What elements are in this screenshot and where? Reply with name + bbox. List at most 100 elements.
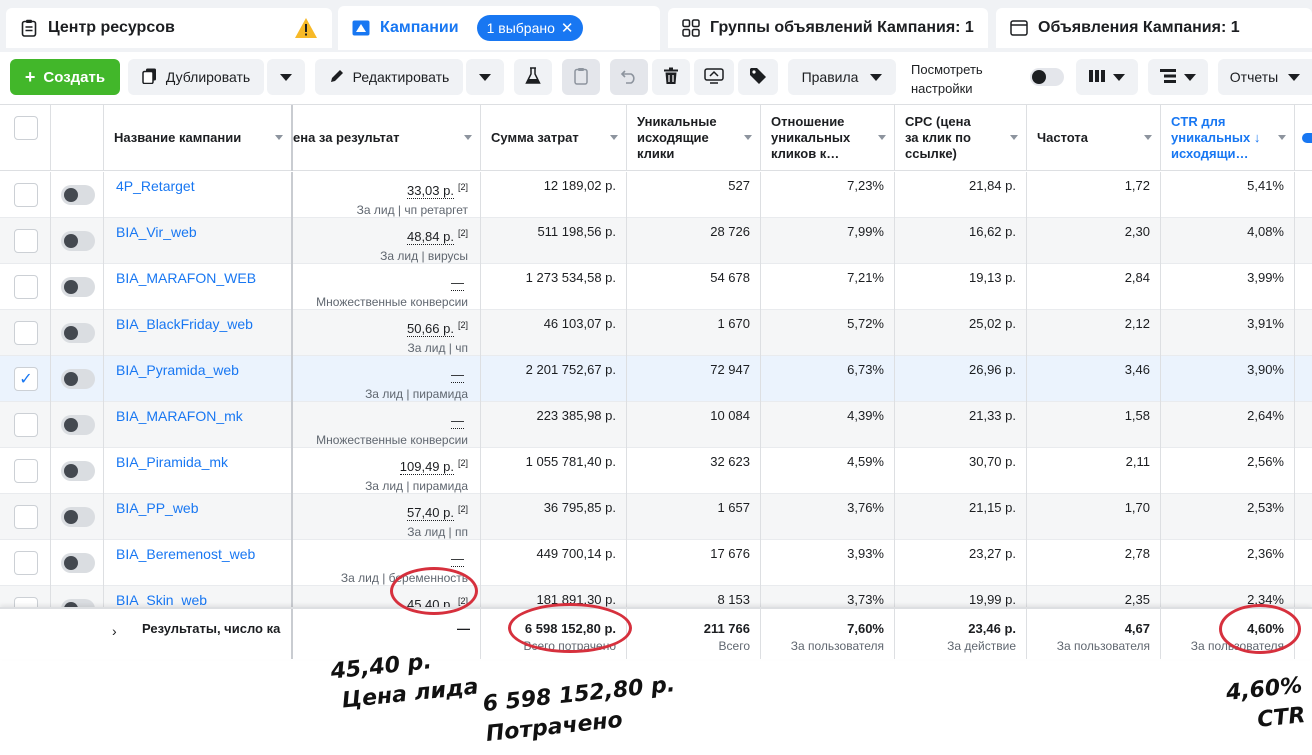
cell-campaign-name[interactable]: BIA_Vir_web	[104, 218, 293, 264]
close-icon[interactable]: ✕	[561, 19, 574, 37]
table-row[interactable]: BIA_Vir_web 48,84 р. [2] За лид | вирусы 511…	[0, 218, 1312, 264]
row-checkbox[interactable]	[14, 321, 38, 345]
header-cost-per-result[interactable]: ена за результат	[293, 105, 481, 171]
campaign-name-link[interactable]: BIA_PP_web	[116, 500, 199, 516]
totals-freq: 4,67 За пользователя	[1027, 609, 1161, 659]
cost-value[interactable]: 48,84 р.	[406, 229, 454, 246]
undo-button[interactable]	[610, 59, 648, 95]
campaign-name-link[interactable]: BIA_Beremenost_web	[116, 546, 255, 562]
ab-test-button[interactable]	[514, 59, 552, 95]
chevron-right-icon[interactable]: ›	[112, 623, 117, 639]
rules-button[interactable]: Правила	[788, 59, 896, 95]
campaign-toggle[interactable]	[61, 369, 95, 389]
campaign-toggle[interactable]	[61, 553, 95, 573]
cell-spend: 223 385,98 р.	[481, 402, 627, 448]
tab-ads[interactable]: Объявления Кампания: 1	[996, 8, 1312, 48]
row-checkbox[interactable]	[14, 229, 38, 253]
cost-value[interactable]: —	[451, 367, 464, 384]
row-checkbox[interactable]	[14, 551, 38, 575]
cell-unique-clicks: 54 678	[627, 264, 761, 310]
selection-pill[interactable]: 1 выбрано ✕	[476, 15, 584, 41]
preview-button[interactable]	[694, 59, 734, 95]
header-unique-outbound-clicks[interactable]: Уникальные исходящие клики	[627, 105, 761, 171]
row-checkbox[interactable]	[14, 459, 38, 483]
row-checkbox[interactable]: ✓	[14, 367, 38, 391]
campaign-name-link[interactable]: 4P_Retarget	[116, 178, 195, 194]
campaign-name-link[interactable]: BIA_Vir_web	[116, 224, 197, 240]
campaign-toggle[interactable]	[61, 507, 95, 527]
header-label-line: CPC (цена	[905, 114, 971, 129]
campaign-toggle[interactable]	[61, 461, 95, 481]
cost-value[interactable]: 109,49 р.	[399, 459, 454, 476]
edit-dropdown-button[interactable]	[466, 59, 504, 95]
toggle-knob	[64, 556, 78, 570]
header-unique-clicks-ratio[interactable]: Отношение уникальных кликов к…	[761, 105, 895, 171]
cell-campaign-name[interactable]: BIA_PP_web	[104, 494, 293, 540]
cell-campaign-name[interactable]: BIA_Beremenost_web	[104, 540, 293, 586]
row-checkbox[interactable]	[14, 413, 38, 437]
table-row[interactable]: BIA_Piramida_mk 109,49 р. [2] За лид | пира…	[0, 448, 1312, 494]
clipboard-button[interactable]	[562, 59, 600, 95]
table-row[interactable]: ✓ BIA_Pyramida_web — За лид | пирамида 2 201…	[0, 356, 1312, 402]
table-row[interactable]: 4P_Retarget 33,03 р. [2] За лид | чп ретарг…	[0, 172, 1312, 218]
tab-campaigns[interactable]: Кампании 1 выбрано ✕	[338, 6, 660, 50]
cell-frequency: 3,46	[1027, 356, 1161, 402]
campaign-name-link[interactable]: BIA_Piramida_mk	[116, 454, 228, 470]
cell-campaign-name[interactable]: BIA_BlackFriday_web	[104, 310, 293, 356]
cell-campaign-name[interactable]: 4P_Retarget	[104, 172, 293, 218]
header-spend[interactable]: Сумма затрат	[481, 105, 627, 171]
campaign-toggle[interactable]	[61, 323, 95, 343]
table-row[interactable]: BIA_MARAFON_WEB — Множественные конверсии 1…	[0, 264, 1312, 310]
cost-value[interactable]: 50,66 р.	[406, 321, 454, 338]
campaign-name-link[interactable]: BIA_BlackFriday_web	[116, 316, 253, 332]
duplicate-dropdown-button[interactable]	[267, 59, 305, 95]
cost-value[interactable]: —	[451, 275, 464, 292]
cell-ctr: 2,56%	[1161, 448, 1295, 494]
header-campaign-name[interactable]: Название кампании	[104, 105, 293, 171]
table-row[interactable]: BIA_MARAFON_mk — Множественные конверсии 22…	[0, 402, 1312, 448]
tag-button[interactable]	[738, 59, 778, 95]
delete-button[interactable]	[652, 59, 690, 95]
header-ctr-unique[interactable]: CTR для уникальных ↓ исходящи…	[1161, 105, 1295, 171]
cost-value[interactable]: 33,03 р.	[406, 183, 454, 200]
row-checkbox[interactable]	[14, 505, 38, 529]
view-settings-toggle[interactable]	[1030, 68, 1064, 86]
totals-label-cell[interactable]: › Результаты, число ка	[0, 609, 293, 659]
campaign-name-link[interactable]: BIA_Pyramida_web	[116, 362, 239, 378]
campaign-name-link[interactable]: BIA_MARAFON_mk	[116, 408, 243, 424]
cost-value[interactable]: —	[451, 413, 464, 430]
cell-campaign-name[interactable]: BIA_Pyramida_web	[104, 356, 293, 402]
tab-resource-center[interactable]: Центр ресурсов	[6, 8, 332, 48]
tab-ad-sets[interactable]: Группы объявлений Кампания: 1	[668, 8, 988, 48]
row-checkbox[interactable]	[14, 275, 38, 299]
cell-campaign-name[interactable]: BIA_MARAFON_mk	[104, 402, 293, 448]
select-all-checkbox[interactable]	[14, 116, 38, 140]
campaign-toggle[interactable]	[61, 185, 95, 205]
campaign-toggle[interactable]	[61, 415, 95, 435]
reports-button[interactable]: Отчеты	[1218, 59, 1312, 95]
campaign-name-link[interactable]: BIA_MARAFON_WEB	[116, 270, 256, 286]
create-button[interactable]: + Создать	[10, 59, 120, 95]
columns-button[interactable]	[1076, 59, 1138, 95]
cost-value[interactable]: —	[451, 551, 464, 568]
cell-campaign-name[interactable]: BIA_MARAFON_WEB	[104, 264, 293, 310]
campaign-name-link[interactable]: BIA_Skin_web	[116, 592, 207, 608]
edit-button[interactable]: Редактировать	[315, 59, 463, 95]
header-label-line: Отношение	[771, 114, 845, 129]
table-row[interactable]: BIA_PP_web 57,40 р. [2] За лид | пп 36 795,8…	[0, 494, 1312, 540]
cell-campaign-name[interactable]: BIA_Piramida_mk	[104, 448, 293, 494]
add-column-icon[interactable]	[1302, 133, 1312, 143]
cell-cpc: 16,62 р.	[895, 218, 1027, 264]
cell-cpc: 23,27 р.	[895, 540, 1027, 586]
header-frequency[interactable]: Частота	[1027, 105, 1161, 171]
duplicate-button[interactable]: Дублировать	[128, 59, 264, 95]
campaign-toggle[interactable]	[61, 277, 95, 297]
breakdown-button[interactable]	[1148, 59, 1208, 95]
campaign-toggle[interactable]	[61, 231, 95, 251]
cell-unique-clicks: 17 676	[627, 540, 761, 586]
table-row[interactable]: BIA_BlackFriday_web 50,66 р. [2] За лид | ч…	[0, 310, 1312, 356]
cost-value[interactable]: 57,40 р.	[406, 505, 454, 522]
header-cpc[interactable]: CPC (цена за клик по ссылке)	[895, 105, 1027, 171]
row-checkbox[interactable]	[14, 183, 38, 207]
table-row[interactable]: BIA_Beremenost_web — За лид | беременность…	[0, 540, 1312, 586]
